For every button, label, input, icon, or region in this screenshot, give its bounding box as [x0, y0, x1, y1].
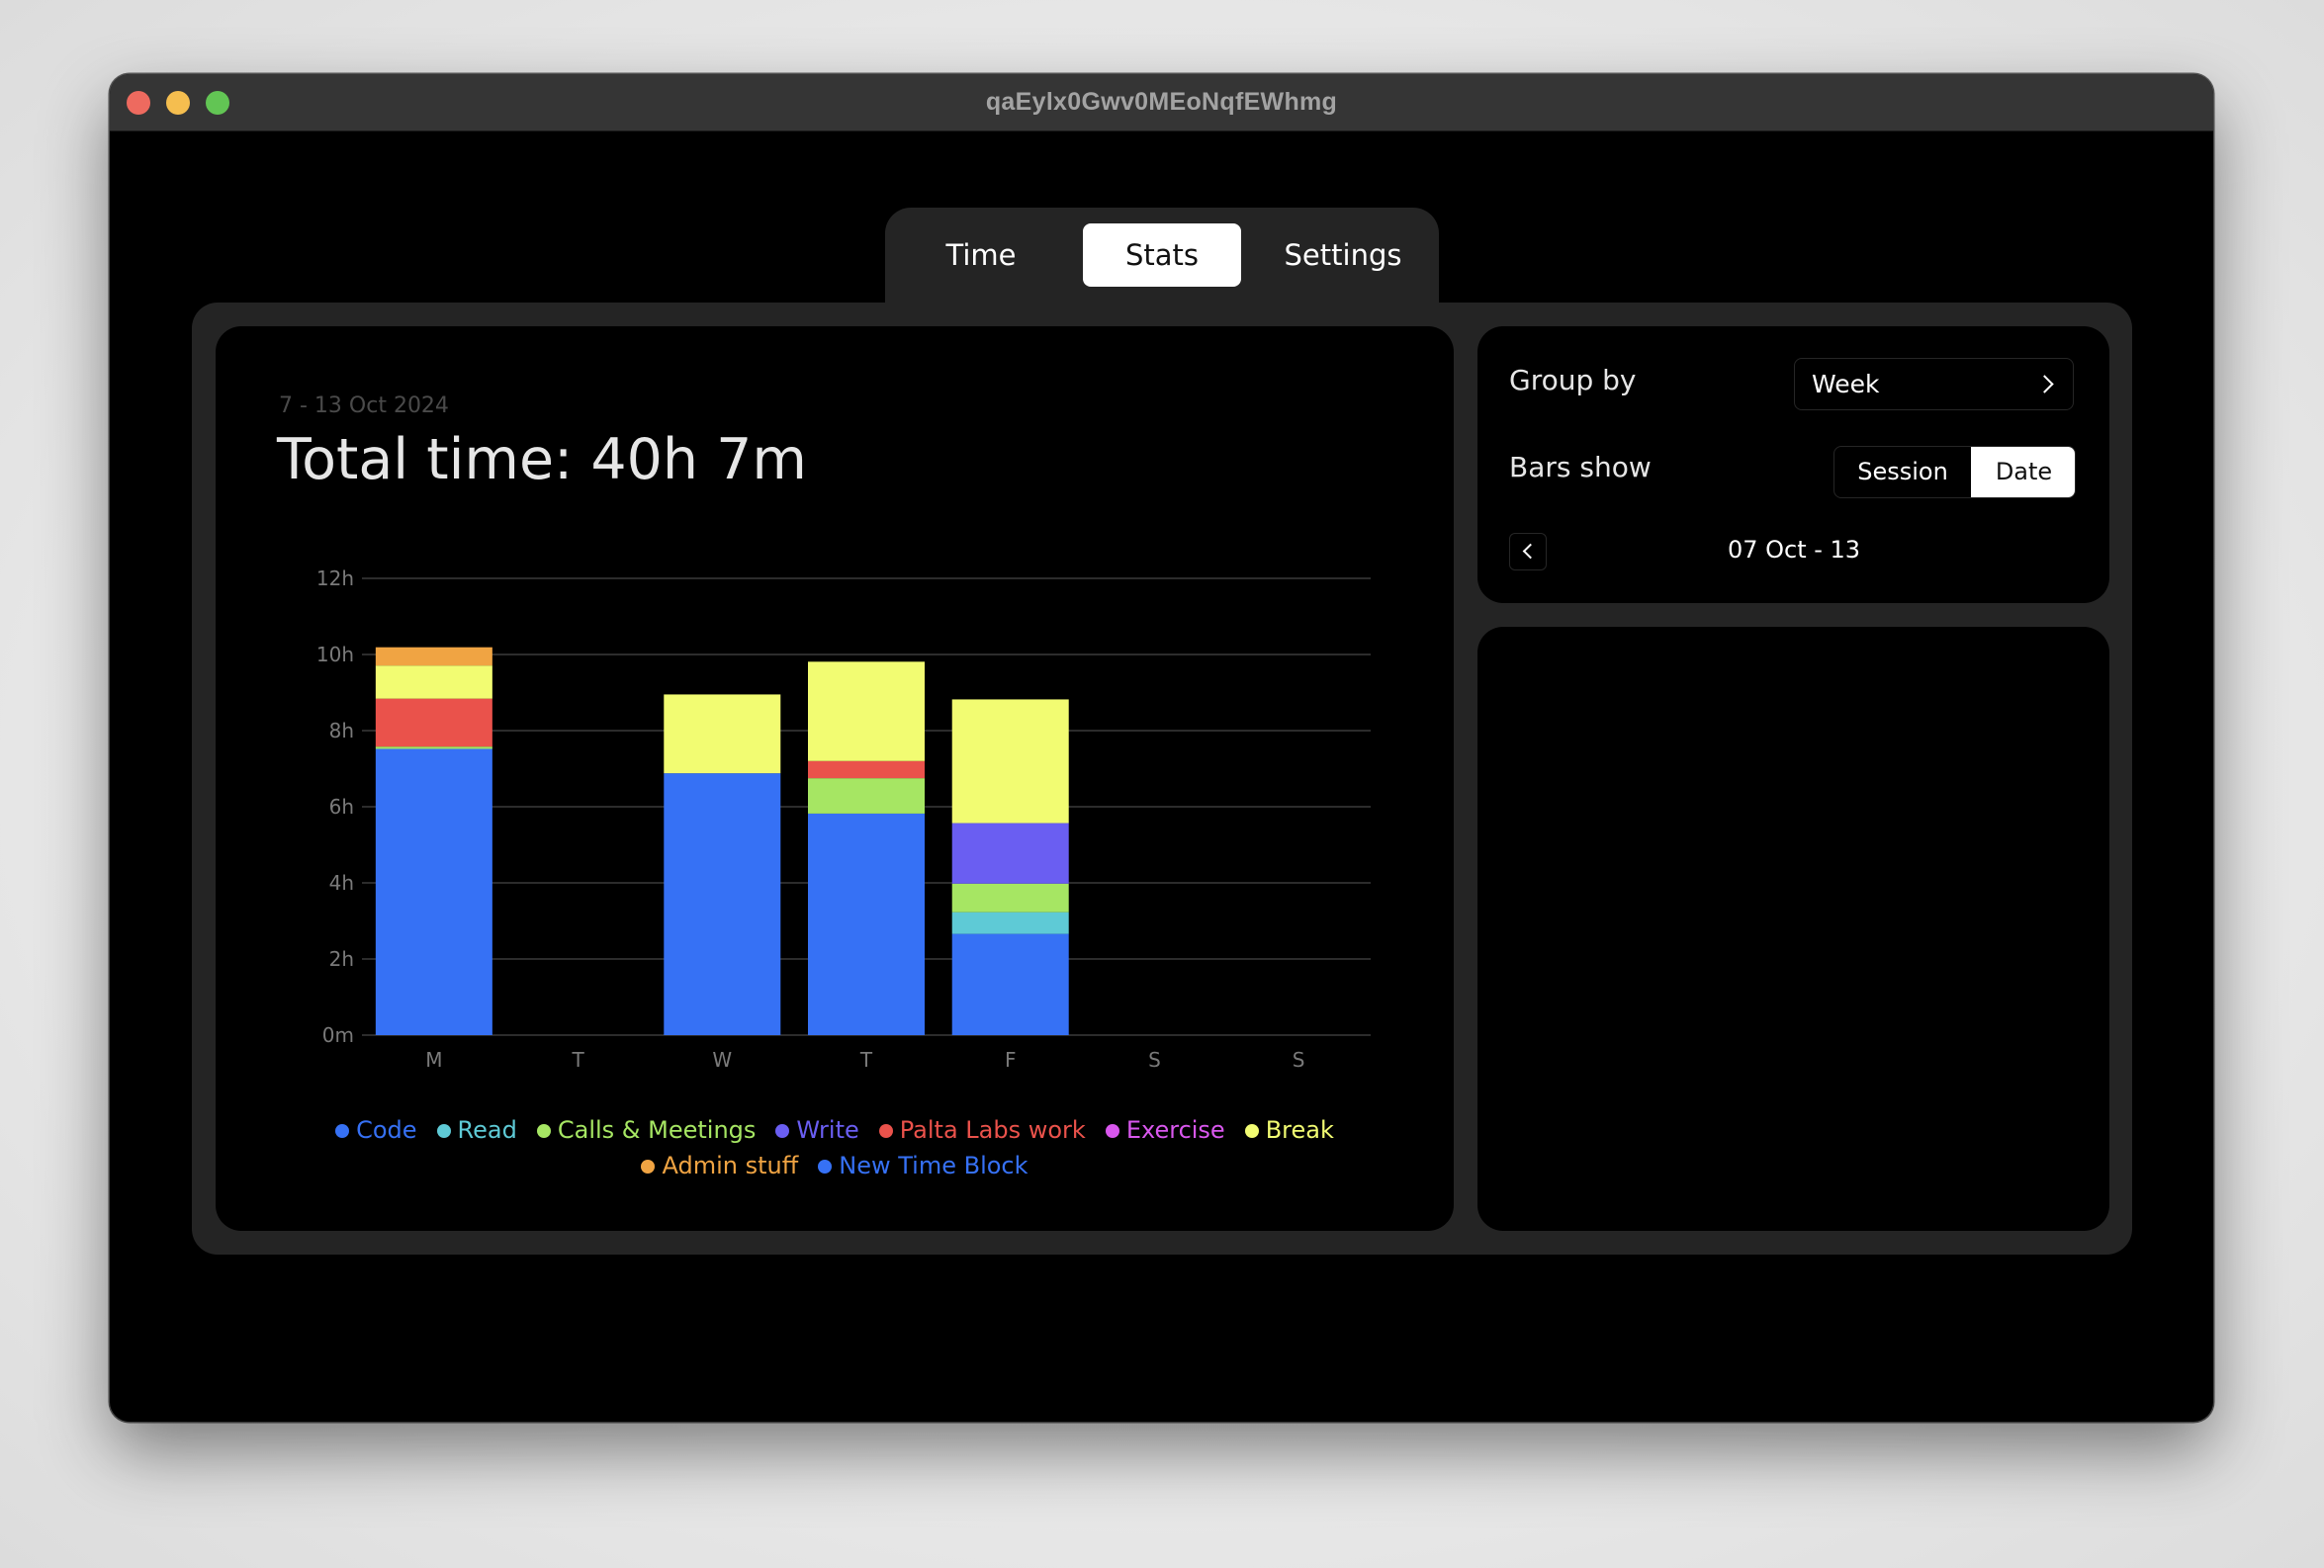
x-tick-label: M — [425, 1048, 442, 1072]
bar-segment-code[interactable] — [664, 773, 781, 1035]
legend-label: Break — [1265, 1116, 1334, 1144]
legend-item: Exercise — [1105, 1112, 1225, 1148]
bar-segment-calls-meetings[interactable] — [375, 746, 492, 749]
tab-stats[interactable]: Stats — [1083, 223, 1241, 287]
legend-item: Write — [775, 1112, 859, 1148]
window-title: qaEylx0Gwv0MEoNqfEWhmg — [985, 88, 1338, 116]
bar-segment-write[interactable] — [951, 823, 1069, 884]
bar-segment-break[interactable] — [951, 699, 1069, 824]
legend-item: Read — [436, 1112, 517, 1148]
legend-label: Exercise — [1125, 1116, 1225, 1144]
legend-label: Calls & Meetings — [557, 1116, 757, 1144]
legend-label: Read — [457, 1116, 517, 1144]
legend-item: New Time Block — [818, 1148, 1028, 1183]
bars-show-date-option[interactable]: Date — [1971, 447, 2075, 497]
chevron-left-icon — [1522, 543, 1539, 560]
x-tick-label: T — [571, 1048, 584, 1072]
legend-label: Palta Labs work — [899, 1116, 1086, 1144]
controls-card: Group by Week Bars show Session Date 07 … — [1477, 326, 2109, 603]
y-tick-label: 2h — [329, 947, 354, 971]
y-tick-label: 0m — [322, 1023, 354, 1047]
y-tick-label: 10h — [316, 643, 354, 666]
bar-segment-code[interactable] — [375, 748, 492, 1035]
legend-item: Palta Labs work — [878, 1112, 1086, 1148]
legend-label: New Time Block — [839, 1152, 1028, 1179]
legend-dot-icon — [878, 1124, 893, 1138]
chart-card: 7 - 13 Oct 2024 Total time: 40h 7m 0m 2h 4… — [216, 326, 1454, 1231]
legend-item: Break — [1244, 1112, 1334, 1148]
legend-dot-icon — [641, 1160, 656, 1174]
legend-dot-icon — [1244, 1124, 1259, 1138]
legend-label: Write — [796, 1116, 859, 1144]
legend-item: Admin stuff — [641, 1148, 798, 1183]
bar-segment-calls-meetings[interactable] — [808, 778, 925, 814]
chart-legend: Code Read Calls & Meetings Write Palta Labs … — [255, 1112, 1414, 1183]
x-tick-label: S — [1148, 1048, 1161, 1072]
legend-item: Code — [335, 1112, 417, 1148]
legend-dot-icon — [536, 1124, 551, 1138]
x-tick-label: S — [1293, 1048, 1305, 1072]
details-card — [1477, 627, 2109, 1231]
legend-dot-icon — [436, 1124, 451, 1138]
bar-segment-palta-labs-work[interactable] — [375, 698, 492, 747]
legend-dot-icon — [1105, 1124, 1119, 1138]
stats-panel: 7 - 13 Oct 2024 Total time: 40h 7m 0m 2h 4… — [192, 303, 2132, 1255]
tab-time[interactable]: Time — [902, 223, 1060, 287]
tab-settings[interactable]: Settings — [1264, 223, 1422, 287]
chevron-right-icon — [2035, 375, 2054, 393]
y-tick-label: 6h — [329, 795, 354, 819]
legend-item: Calls & Meetings — [536, 1112, 757, 1148]
bar-segment-break[interactable] — [375, 665, 492, 699]
x-tick-label: T — [859, 1048, 873, 1072]
bars-show-session-option[interactable]: Session — [1834, 447, 1971, 497]
bar-segment-code[interactable] — [808, 813, 925, 1035]
group-by-value: Week — [1812, 370, 1880, 398]
bars-show-label: Bars show — [1509, 451, 1652, 483]
group-by-label: Group by — [1509, 364, 1637, 396]
bar-segment-palta-labs-work[interactable] — [808, 760, 925, 779]
title-bar[interactable]: qaEylx0Gwv0MEoNqfEWhmg — [110, 74, 2213, 131]
bar-segment-code[interactable] — [951, 933, 1069, 1035]
period-label: 07 Oct - 13 — [1727, 536, 1861, 564]
bar-segment-calls-meetings[interactable] — [951, 883, 1069, 913]
y-tick-label: 12h — [316, 566, 354, 590]
previous-period-button[interactable] — [1509, 533, 1547, 570]
legend-dot-icon — [818, 1160, 833, 1174]
legend-dot-icon — [335, 1124, 350, 1138]
legend-dot-icon — [775, 1124, 790, 1138]
bar-segment-read[interactable] — [951, 912, 1069, 934]
bars-show-segmented-control: Session Date — [1833, 446, 2076, 498]
bar-segment-break[interactable] — [664, 694, 781, 774]
stacked-bar-chart: 0m 2h 4h 6h 8h 10h 12h M T W T F S S — [316, 566, 1371, 1072]
y-tick-label: 4h — [329, 871, 354, 895]
legend-label: Code — [356, 1116, 417, 1144]
bar-segment-admin-stuff[interactable] — [375, 647, 492, 666]
legend-label: Admin stuff — [662, 1152, 799, 1179]
x-tick-label: F — [1005, 1048, 1017, 1072]
y-tick-label: 8h — [329, 719, 354, 742]
x-tick-label: W — [712, 1048, 732, 1072]
tab-bar: Time Stats Settings — [885, 208, 1439, 306]
bar-segment-break[interactable] — [808, 661, 925, 761]
group-by-dropdown[interactable]: Week — [1794, 358, 2074, 410]
app-window: qaEylx0Gwv0MEoNqfEWhmg Time Stats Settin… — [110, 74, 2213, 1422]
